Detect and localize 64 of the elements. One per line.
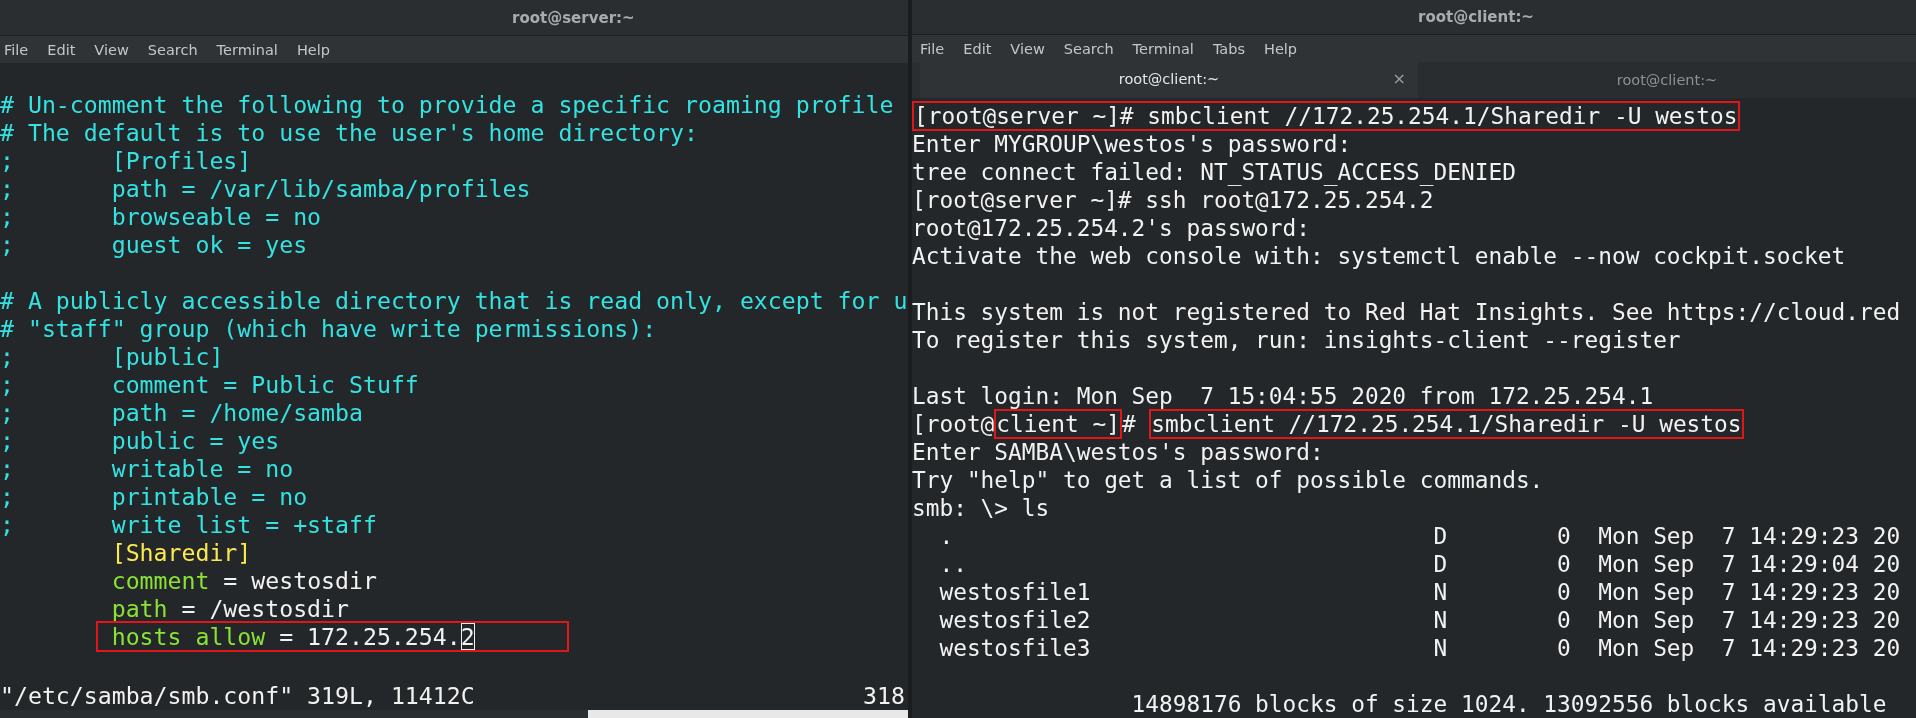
terminal-tab[interactable]: root@client:~ × — [920, 61, 1418, 98]
menu-item[interactable]: Terminal — [216, 41, 278, 58]
menu-item[interactable]: Tabs — [1212, 40, 1245, 57]
terminal-text: 14898176 blocks of size 1024. 13092556 blocks available — [1130, 691, 1887, 717]
terminal-text: To register this system, run: insights-client --register — [912, 327, 1681, 353]
terminal-text: client ~] — [996, 411, 1120, 437]
terminal-text: westosfile2 N 0 Mon Sep 7 14:29:23 20 — [938, 607, 1901, 633]
terminal-text: .. D 0 Mon Sep 7 14:29:04 20 — [938, 551, 1901, 577]
code-text: ; [public] — [0, 343, 224, 370]
terminal-text: # — [1121, 411, 1137, 437]
menu-item[interactable]: File — [4, 41, 29, 58]
terminal-text: smb: \> ls — [912, 495, 1050, 521]
terminal-text: Try "help" to get a list of possible commands. — [912, 467, 1544, 493]
code-text: = westosdir — [222, 567, 377, 594]
menu-item[interactable]: Help — [1264, 40, 1298, 57]
menu-item[interactable]: Help — [296, 41, 330, 58]
menu-item[interactable]: Search — [147, 41, 198, 58]
code-text: comment — [111, 567, 210, 594]
terminal-text: root@172.25.254.2's password: — [912, 215, 1311, 241]
code-text: # A publicly accessible directory that is read only, except for u — [0, 287, 908, 314]
terminal-text: [root@server ~]# ssh root@172.25.254.2 — [912, 187, 1434, 213]
code-text: ; writable = no — [0, 455, 294, 482]
code-text: ; comment = Public Stuff — [0, 371, 419, 398]
code-text: ; guest ok = yes — [0, 231, 308, 258]
code-text: ; path = /home/samba — [0, 399, 363, 426]
terminal-text: Enter SAMBA\westos's password: — [912, 439, 1324, 465]
code-text: ; write list = +staff — [0, 511, 377, 538]
code-text: = /westosdir — [180, 595, 349, 622]
code-text: path — [111, 595, 168, 622]
terminal-text: westosfile1 N 0 Mon Sep 7 14:29:23 20 — [938, 579, 1901, 605]
terminal-text: . D 0 Mon Sep 7 14:29:23 20 — [938, 523, 1901, 549]
terminal-text: [root@ — [912, 411, 995, 437]
code-text: hosts allow — [111, 623, 266, 650]
code-text: [Sharedir] — [111, 539, 252, 566]
terminal-text: westosfile3 N 0 Mon Sep 7 14:29:23 20 — [938, 635, 1901, 661]
code-text: ; [Profiles] — [0, 147, 252, 174]
menu-item[interactable]: Search — [1063, 40, 1114, 57]
code-text: ; browseable = no — [0, 203, 322, 230]
code-text: = 172.25.254. — [278, 623, 461, 650]
terminal-text: [root@server ~]# smbclient //172.25.254.1/Sharedir -U westos — [914, 103, 1738, 129]
menu-item[interactable]: Edit — [47, 41, 76, 58]
terminal-text: This system is not registered to Red Hat Insights. See https://cloud.red — [912, 299, 1901, 325]
window-title: root@client:~ — [1418, 8, 1534, 27]
code-text: ; path = /var/lib/samba/profiles — [0, 175, 531, 202]
code-text: ; public = yes — [0, 427, 280, 454]
status-text: "/etc/samba/smb.conf" 319L, 11412C — [0, 682, 475, 710]
terminal-text: smbclient //172.25.254.1/Sharedir -U westos — [1151, 411, 1742, 437]
terminal-text: tree connect failed: NT_STATUS_ACCESS_DENIED — [912, 159, 1516, 185]
menu-item[interactable]: File — [920, 40, 945, 57]
terminal-text: Activate the web console with: systemctl enable --now cockpit.socket — [912, 243, 1846, 269]
menu-item[interactable]: Edit — [963, 40, 992, 57]
close-icon[interactable]: × — [1392, 69, 1406, 89]
code-text: # The default is to use the user's home directory: — [0, 119, 698, 146]
menu-item[interactable]: View — [1010, 40, 1045, 57]
terminal-text: Last login: Mon Sep 7 15:04:55 2020 from 172.25.254.1 — [912, 383, 1654, 409]
code-text: ; printable = no — [0, 483, 308, 510]
code-text: # "staff" group (which have write permissions): — [0, 315, 657, 342]
code-text: # Un-comment the following to provide a specific roaming profile — [0, 91, 894, 118]
window-title: root@server:~ — [512, 8, 635, 27]
terminal-text: Enter MYGROUP\westos's password: — [912, 131, 1352, 157]
cursor-character: 2 — [460, 623, 475, 650]
menu-item[interactable]: Terminal — [1132, 40, 1194, 57]
menu-item[interactable]: View — [94, 41, 129, 58]
cursor-position: 318 — [863, 682, 905, 710]
